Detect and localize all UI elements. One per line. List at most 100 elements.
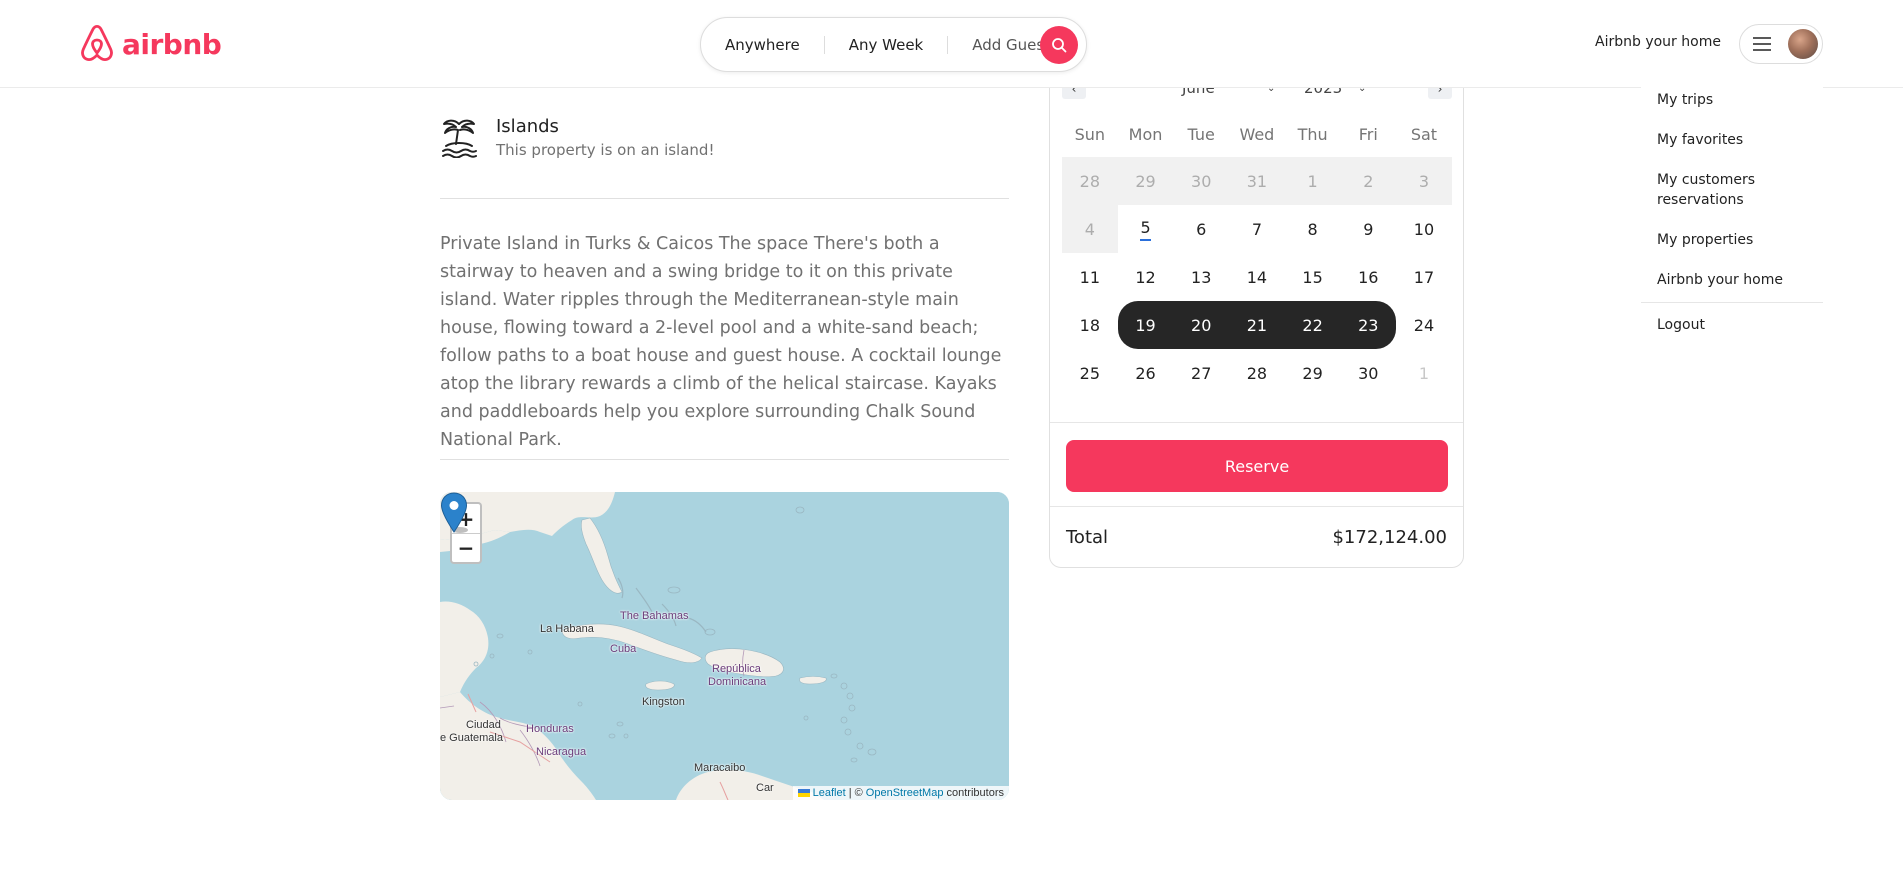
calendar-day[interactable]: 7 bbox=[1229, 205, 1285, 253]
menu-item-my-customers-reservations[interactable]: My customers reservations bbox=[1641, 160, 1823, 220]
map-label-dominicana: Dominicana bbox=[708, 676, 767, 688]
map-label-republica: República bbox=[712, 663, 761, 675]
calendar-day[interactable]: 29 bbox=[1117, 157, 1174, 205]
calendar-day[interactable]: 22 bbox=[1284, 301, 1341, 349]
calendar-day-number: 8 bbox=[1307, 219, 1318, 239]
openstreetmap-link[interactable]: OpenStreetMap bbox=[866, 787, 944, 799]
calendar-day[interactable]: 16 bbox=[1340, 253, 1396, 301]
amenity-title: Islands bbox=[496, 116, 559, 137]
leaflet-link[interactable]: Leaflet bbox=[813, 787, 846, 799]
user-menu-button[interactable] bbox=[1739, 24, 1823, 64]
calendar-day-number: 1 bbox=[1307, 171, 1318, 191]
calendar-day[interactable]: 17 bbox=[1396, 253, 1452, 301]
island-palm-icon bbox=[442, 119, 477, 158]
menu-item-my-properties[interactable]: My properties bbox=[1641, 220, 1823, 260]
map-tiles bbox=[440, 492, 1009, 800]
calendar-day[interactable]: 31 bbox=[1229, 157, 1285, 205]
user-dropdown-menu: My trips My favorites My customers reser… bbox=[1641, 76, 1823, 345]
search-anywhere[interactable]: Anywhere bbox=[725, 36, 824, 54]
calendar-days-grid: 28 29 30 31 1 2 3 4 5 6 7 8 9 10 11 12 13 14 15 16 17 18 19 20 2… bbox=[1062, 157, 1452, 397]
calendar-day-number: 25 bbox=[1079, 363, 1101, 383]
total-price: $172,124.00 bbox=[1332, 527, 1447, 548]
calendar-day[interactable]: 1 bbox=[1284, 157, 1341, 205]
calendar-day-number: 12 bbox=[1135, 267, 1156, 287]
calendar-day-number: 21 bbox=[1246, 315, 1268, 335]
amenity-islands: Islands This property is on an island! bbox=[440, 116, 714, 159]
menu-item-my-trips[interactable]: My trips bbox=[1641, 80, 1823, 120]
weekday-label: Thu bbox=[1297, 125, 1328, 144]
calendar-day[interactable]: 18 bbox=[1062, 301, 1118, 349]
weekday-label: Fri bbox=[1358, 125, 1378, 144]
airbnb-logo[interactable]: airbnb bbox=[78, 24, 222, 64]
calendar-day-number: 22 bbox=[1302, 315, 1323, 335]
calendar-day-number: 5 bbox=[1140, 218, 1151, 241]
reserve-button[interactable]: Reserve bbox=[1066, 440, 1448, 492]
calendar-day[interactable]: 5 bbox=[1118, 205, 1174, 253]
weekday-label: Wed bbox=[1239, 125, 1275, 144]
map-label-habana: La Habana bbox=[540, 623, 594, 635]
calendar-day-number: 30 bbox=[1191, 171, 1212, 191]
calendar-day-number: 20 bbox=[1191, 315, 1212, 335]
calendar-day-number: 27 bbox=[1191, 363, 1212, 383]
calendar-day-number: 16 bbox=[1358, 267, 1379, 287]
search-any-week[interactable]: Any Week bbox=[823, 35, 949, 54]
map-label-nicaragua: Nicaragua bbox=[536, 746, 587, 758]
calendar-day[interactable]: 12 bbox=[1118, 253, 1174, 301]
menu-divider bbox=[1641, 302, 1823, 303]
location-map[interactable]: + − The Bahamas La Habana Cuba República… bbox=[440, 492, 1009, 800]
calendar-day[interactable]: 30 bbox=[1173, 157, 1230, 205]
calendar-day[interactable]: 4 bbox=[1062, 205, 1118, 253]
calendar-day[interactable]: 15 bbox=[1285, 253, 1341, 301]
amenity-text: Islands This property is on an island! bbox=[496, 116, 714, 159]
calendar-day[interactable]: 23 bbox=[1340, 301, 1397, 349]
calendar-day[interactable]: 9 bbox=[1340, 205, 1396, 253]
calendar-day-number: 31 bbox=[1246, 171, 1268, 191]
calendar-day[interactable]: 25 bbox=[1062, 349, 1118, 397]
calendar-day-number: 28 bbox=[1246, 363, 1268, 383]
calendar-day-number: 17 bbox=[1413, 267, 1435, 287]
airbnb-logo-icon bbox=[81, 24, 113, 62]
calendar-day[interactable]: 1 bbox=[1396, 349, 1452, 397]
calendar-day-number: 9 bbox=[1363, 219, 1374, 239]
map-label-maracaibo: Maracaibo bbox=[694, 762, 746, 774]
search-bar[interactable]: Anywhere Any Week Add Guests bbox=[700, 17, 1087, 72]
calendar-day-number: 30 bbox=[1358, 363, 1379, 383]
calendar-day[interactable]: 29 bbox=[1285, 349, 1341, 397]
calendar-day-number: 13 bbox=[1191, 267, 1212, 287]
avatar bbox=[1788, 29, 1818, 59]
map-label-guatemala: e Guatemala bbox=[440, 732, 503, 744]
calendar-day[interactable]: 6 bbox=[1173, 205, 1229, 253]
calendar-day[interactable]: 27 bbox=[1173, 349, 1229, 397]
calendar-day[interactable]: 13 bbox=[1173, 253, 1229, 301]
calendar-day[interactable]: 24 bbox=[1396, 301, 1452, 349]
section-divider bbox=[440, 459, 1009, 460]
menu-item-logout[interactable]: Logout bbox=[1641, 305, 1823, 345]
hamburger-menu-icon bbox=[1753, 37, 1771, 51]
calendar-day[interactable]: 8 bbox=[1285, 205, 1341, 253]
calendar-day[interactable]: 19 bbox=[1117, 301, 1174, 349]
search-button[interactable] bbox=[1040, 26, 1078, 64]
calendar-day[interactable]: 20 bbox=[1173, 301, 1230, 349]
calendar-day[interactable]: 10 bbox=[1396, 205, 1452, 253]
calendar-day[interactable]: 30 bbox=[1340, 349, 1396, 397]
menu-item-my-favorites[interactable]: My favorites bbox=[1641, 120, 1823, 160]
map-marker-pin-icon[interactable] bbox=[440, 492, 468, 534]
zoom-out-button[interactable]: − bbox=[452, 533, 480, 562]
calendar-day[interactable]: 28 bbox=[1229, 349, 1285, 397]
calendar-day-number: 23 bbox=[1358, 315, 1379, 335]
calendar-day[interactable]: 14 bbox=[1229, 253, 1285, 301]
calendar-day[interactable]: 3 bbox=[1396, 157, 1452, 205]
calendar-day[interactable]: 28 bbox=[1062, 157, 1118, 205]
calendar-day-number: 19 bbox=[1135, 315, 1156, 335]
calendar-day[interactable]: 26 bbox=[1118, 349, 1174, 397]
calendar-day-number: 2 bbox=[1363, 171, 1374, 191]
weekday-label: Mon bbox=[1128, 125, 1163, 144]
calendar-day[interactable]: 11 bbox=[1062, 253, 1118, 301]
calendar-day-number: 1 bbox=[1418, 363, 1430, 383]
calendar-day-number: 28 bbox=[1079, 171, 1101, 191]
calendar-day[interactable]: 2 bbox=[1340, 157, 1397, 205]
menu-item-airbnb-your-home[interactable]: Airbnb your home bbox=[1641, 260, 1823, 300]
calendar-day[interactable]: 21 bbox=[1229, 301, 1285, 349]
airbnb-your-home-link[interactable]: Airbnb your home bbox=[1595, 34, 1721, 50]
calendar-day-number: 4 bbox=[1084, 219, 1095, 239]
